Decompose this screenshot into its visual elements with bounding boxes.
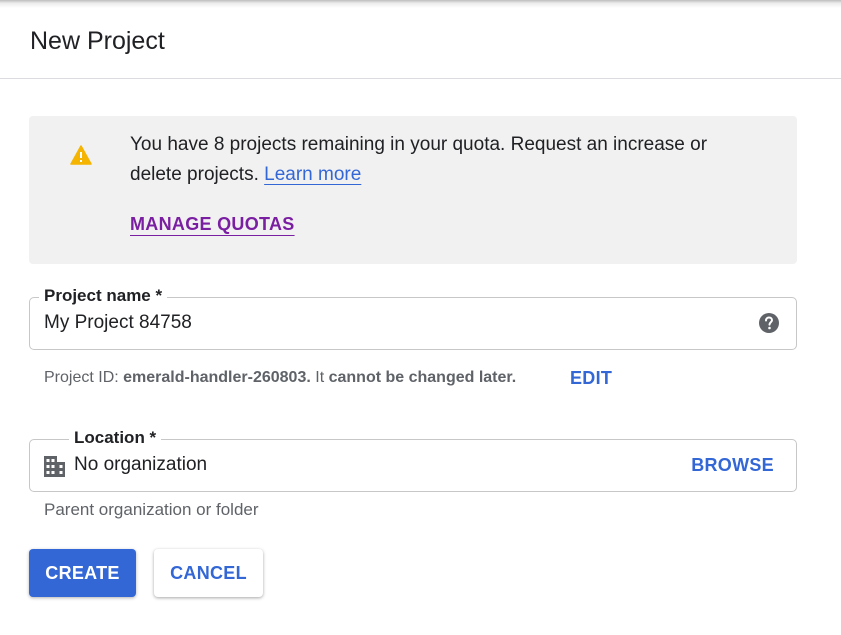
create-button[interactable]: CREATE [29,549,136,597]
location-field[interactable]: Location * No organization BROWSE [29,427,797,492]
project-id-middle: It [315,369,325,386]
project-id-prefix: Project ID: [44,369,119,386]
top-shadow [0,0,841,8]
warning-icon [70,145,92,165]
quota-notice: You have 8 projects remaining in your qu… [29,116,797,264]
manage-quotas-link[interactable]: MANAGE QUOTAS [130,214,295,235]
location-value: No organization [74,454,208,475]
quota-message-block: You have 8 projects remaining in your qu… [130,130,750,190]
project-name-label: Project name * [39,285,168,307]
edit-project-id-button[interactable]: EDIT [570,368,612,389]
learn-more-link[interactable]: Learn more [264,164,361,185]
help-icon[interactable] [758,312,780,334]
page-title: New Project [30,27,165,55]
cancel-button[interactable]: CANCEL [154,549,263,597]
project-id-value: emerald-handler-260803. [123,369,311,386]
project-name-input[interactable]: My Project 84758 [44,312,192,334]
dialog-header: New Project [0,8,841,79]
location-hint: Parent organization or folder [44,500,259,519]
browse-button[interactable]: BROWSE [691,455,774,476]
building-icon [44,456,65,477]
quota-message: You have 8 projects remaining in your qu… [130,134,708,185]
project-name-field[interactable]: Project name * My Project 84758 [29,285,797,350]
project-id-info: Project ID: emerald-handler-260803. It c… [44,369,516,387]
location-label: Location * [69,427,162,449]
project-id-warning: cannot be changed later. [328,369,517,386]
